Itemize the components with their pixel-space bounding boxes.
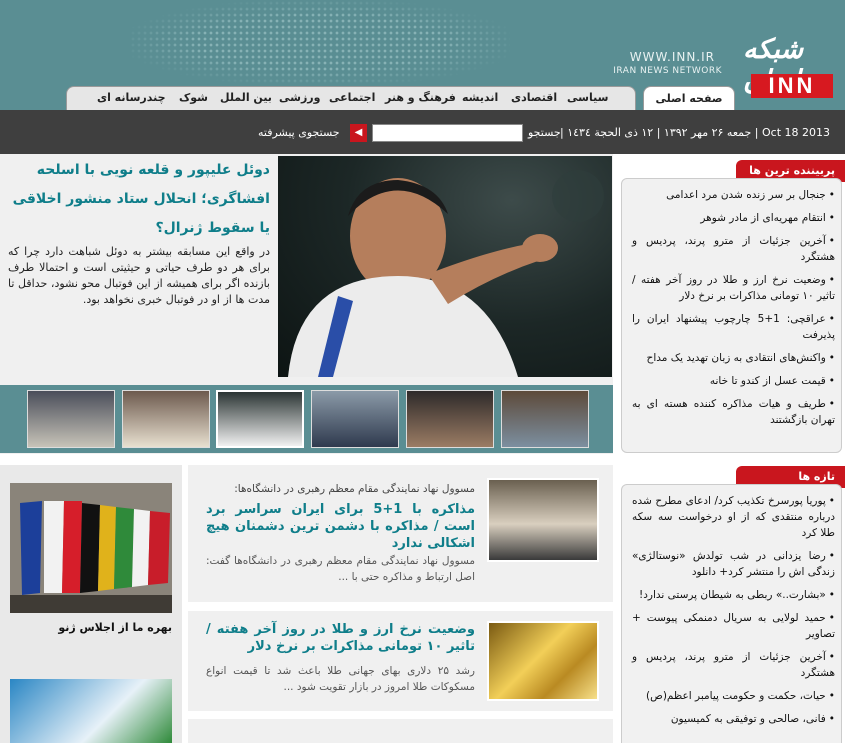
- thumbnail-6[interactable]: [501, 390, 589, 448]
- world-map-decoration: [130, 0, 510, 85]
- thumbnail-5[interactable]: [406, 390, 494, 448]
- photo-thumbnail-strip: [0, 385, 613, 453]
- site-url[interactable]: WWW.INN.IR: [630, 50, 715, 64]
- nav-item-economy[interactable]: اقتصادی: [511, 91, 557, 104]
- nav-item-social[interactable]: اجتماعی: [329, 91, 375, 104]
- nav-item-politics[interactable]: سیاسی: [567, 91, 608, 104]
- logo-inn: INN: [751, 74, 833, 98]
- site-logo[interactable]: شبکه ایران INN: [743, 34, 833, 104]
- date-search-bar: Oct 18 2013 | جمعه ۲۶ مهر ۱۳۹۲ | ۱۲ ذی ا…: [0, 110, 845, 154]
- nav-item-multimedia[interactable]: چندرسانه ای: [97, 91, 166, 104]
- search-button[interactable]: ◀: [350, 124, 367, 142]
- nav-item-sports[interactable]: ورزشی: [279, 91, 320, 104]
- thumbnail-4[interactable]: [311, 390, 399, 448]
- story-headline[interactable]: مذاکره با 1+5 برای ایران سراسر برد است /…: [206, 501, 475, 552]
- popular-item[interactable]: جنجال بر سر زنده شدن مرد اعدامی: [632, 187, 835, 203]
- popular-item[interactable]: آخرین جزئیات از مترو پرند، پردیس و هشتگر…: [632, 233, 835, 265]
- search-label: جستجو: [528, 126, 561, 139]
- story-photo-cleric[interactable]: [487, 478, 599, 562]
- latest-list: پوریا پورسرخ تکذیب کرد/ ادعای مطرح شده د…: [622, 485, 841, 727]
- popular-item[interactable]: عراقچی: 1+5 چارچوب پیشنهاد ایران را پذیر…: [632, 311, 835, 343]
- latest-item[interactable]: آخرین جزئیات از مترو پرند، پردیس و هشتگر…: [632, 649, 835, 681]
- popular-item[interactable]: انتقام مهریه‌ای از مادر شوهر: [632, 210, 835, 226]
- latest-item[interactable]: حیات، حکمت و حکومت پیامبر اعظم(ص): [632, 688, 835, 704]
- site-header: WWW.INN.IR IRAN NEWS NETWORK شبکه ایران …: [0, 0, 845, 110]
- search-input[interactable]: [372, 124, 523, 142]
- date-display: Oct 18 2013 | جمعه ۲۶ مهر ۱۳۹۲ | ۱۲ ذی ا…: [560, 126, 830, 139]
- tab-home[interactable]: صفحه اصلی: [643, 86, 735, 110]
- popular-item[interactable]: قیمت عسل از کندو تا خانه: [632, 373, 835, 389]
- side-media-panel: بهره ما از اجلاس ژنو: [0, 465, 182, 743]
- story-card-3: [188, 719, 613, 743]
- story-photo-gold[interactable]: [487, 621, 599, 701]
- latest-item[interactable]: حمید لولایی به سریال دمنمکی پیوست + تصاو…: [632, 610, 835, 642]
- story-headline[interactable]: وضعیت نرخ ارز و طلا در روز آخر هفته / تا…: [206, 621, 475, 655]
- nuclear-photo[interactable]: [10, 679, 172, 743]
- side-panel-caption[interactable]: بهره ما از اجلاس ژنو: [10, 621, 172, 634]
- story-kicker: مسوول نهاد نمایندگی مقام معظم رهبری در د…: [234, 483, 475, 495]
- arrow-left-icon: ◀: [354, 127, 363, 138]
- story-card-2: وضعیت نرخ ارز و طلا در روز آخر هفته / تا…: [188, 611, 613, 711]
- site-network-name: IRAN NEWS NETWORK: [613, 66, 722, 76]
- main-navigation: سیاسی اقتصادی اندیشه فرهنگ و هنر اجتماعی…: [66, 86, 636, 110]
- nav-item-culture[interactable]: فرهنگ و هنر: [385, 91, 456, 104]
- popular-item[interactable]: طریف و هیات مذاکره کننده هسته ای به تهرا…: [632, 396, 835, 428]
- popular-item[interactable]: واکنش‌های انتقادی به زبان تهدید یک مداح: [632, 350, 835, 366]
- nav-item-shock[interactable]: شوک: [179, 91, 208, 104]
- story-card-1: مسوول نهاد نمایندگی مقام معظم رهبری در د…: [188, 465, 613, 602]
- popular-list: جنجال بر سر زنده شدن مرد اعدامی انتقام م…: [622, 179, 841, 428]
- nav-item-thought[interactable]: اندیشه: [462, 91, 498, 104]
- featured-headline[interactable]: دوئل علیپور و قلعه نویی با اسلحه افشاگری…: [8, 156, 270, 243]
- latest-item[interactable]: «بشارت..» ربطی به شیطان پرستی ندارد!: [632, 587, 835, 603]
- flags-illustration: [10, 483, 172, 613]
- popular-list-box: جنجال بر سر زنده شدن مرد اعدامی انتقام م…: [621, 178, 842, 453]
- eu-flags-photo[interactable]: [10, 483, 172, 613]
- latest-item[interactable]: پوریا پورسرخ تکذیب کرد/ ادعای مطرح شده د…: [632, 493, 835, 541]
- story-summary: رشد ۲۵ دلاری بهای جهانی طلا باعث شد تا ق…: [206, 665, 476, 693]
- thumbnail-1[interactable]: [27, 390, 115, 448]
- latest-item[interactable]: رضا یزدانی در شب تولدش «نوستالژی» زندگی …: [632, 548, 835, 580]
- latest-item[interactable]: فانی، صالحی و توفیقی به کمیسیون: [632, 711, 835, 727]
- thumbnail-3[interactable]: [216, 390, 304, 448]
- latest-list-box: پوریا پورسرخ تکذیب کرد/ ادعای مطرح شده د…: [621, 484, 842, 743]
- nav-item-international[interactable]: بین الملل: [220, 91, 272, 104]
- advanced-search-link[interactable]: جستجوی پیشرفته: [258, 126, 340, 139]
- story-summary: مسوول نهاد نمایندگی مقام معظم رهبری در د…: [206, 555, 475, 583]
- coach-illustration: [288, 170, 604, 377]
- featured-photo[interactable]: [278, 156, 612, 377]
- thumbnail-2[interactable]: [122, 390, 210, 448]
- featured-summary: در واقع این مسابقه بیشتر به دوئل شباهت د…: [8, 245, 270, 306]
- popular-item[interactable]: وضعیت نرخ ارز و طلا در روز آخر هفته / تا…: [632, 272, 835, 304]
